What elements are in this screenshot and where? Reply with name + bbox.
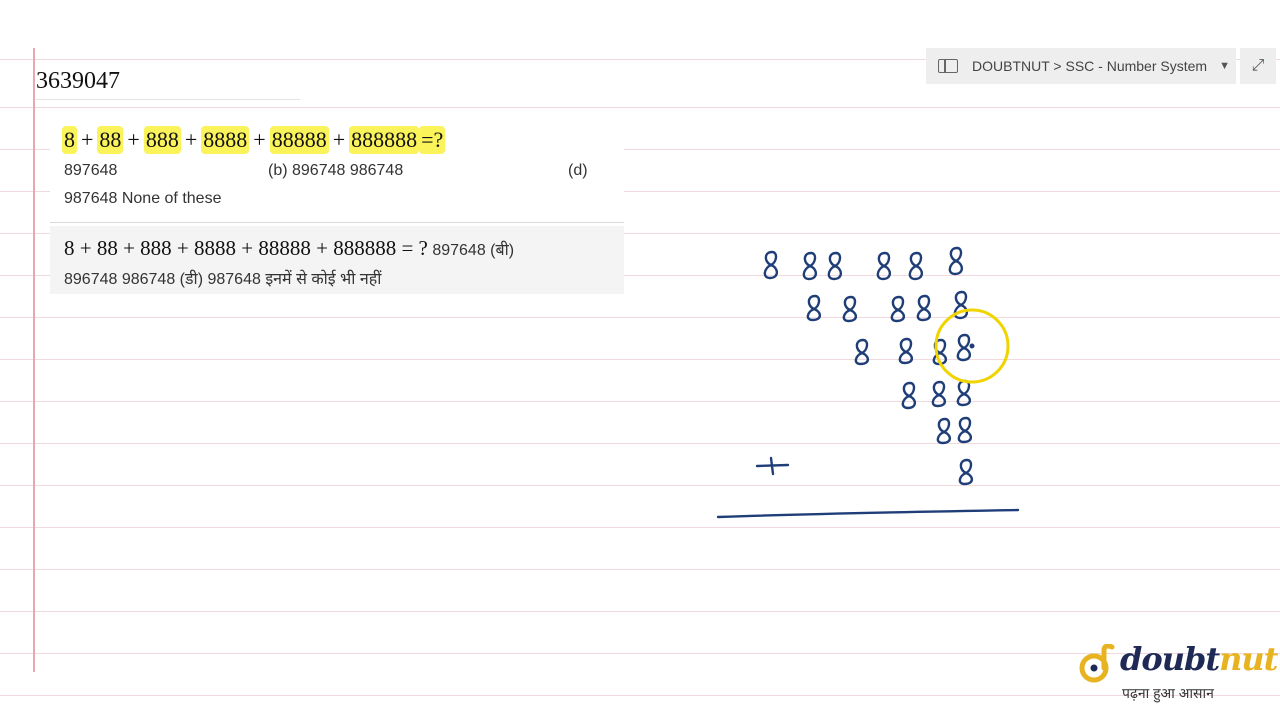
cursor-dot: [969, 343, 975, 349]
handwritten-row-6: [958, 458, 974, 486]
logo-word-main: doubt: [1120, 640, 1220, 678]
handwritten-row-3: [854, 333, 972, 366]
logo-word-accent: nut: [1219, 640, 1278, 678]
logo-tagline: पढ़ना हुआ आसान: [1122, 685, 1214, 701]
handwritten-row-5: [936, 416, 973, 445]
handwritten-row-4: [901, 379, 972, 410]
handwritten-plus: [755, 456, 790, 476]
logo-wordmark: doubtnut: [1120, 640, 1278, 678]
handwritten-work: [716, 246, 1020, 519]
handwritten-row-1: [763, 246, 964, 281]
handwritten-sum-line: [716, 508, 1020, 519]
handwritten-row-2: [806, 290, 969, 323]
doubtnut-logo: doubtnut पढ़ना हुआ आसान: [1078, 640, 1278, 710]
logo-mark-icon: [1079, 644, 1115, 683]
